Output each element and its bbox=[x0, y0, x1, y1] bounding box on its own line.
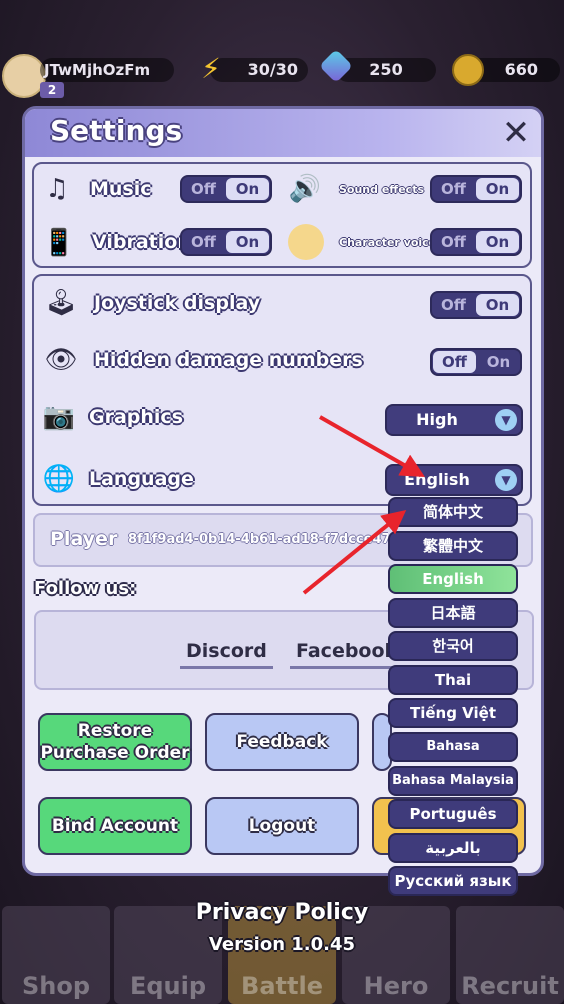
graphics-label: Graphics bbox=[89, 406, 183, 428]
follow-us-label: Follow us: bbox=[34, 578, 137, 599]
close-icon[interactable]: ✕ bbox=[500, 116, 532, 150]
globe-icon: 🌐 bbox=[42, 464, 76, 494]
facebook-link[interactable]: Facebook bbox=[290, 640, 404, 669]
vibration-label: Vibration bbox=[92, 231, 191, 253]
camera-icon: 📷 bbox=[42, 402, 76, 432]
player-level-badge: 2 bbox=[40, 82, 64, 98]
player-name: JTwMjhOzFm bbox=[40, 58, 174, 82]
toggle-off: Off bbox=[433, 351, 476, 373]
joystick-icon: 🕹 bbox=[44, 288, 78, 318]
toggle-on: On bbox=[486, 353, 511, 371]
character-voice-label: Character voice bbox=[339, 236, 437, 249]
player-label: Player bbox=[50, 528, 118, 550]
toggle-off: Off bbox=[191, 233, 216, 251]
toggle-on: On bbox=[476, 178, 519, 200]
bind-account-button[interactable]: Bind Account bbox=[38, 797, 192, 855]
language-label: Language bbox=[89, 468, 194, 490]
discord-link[interactable]: Discord bbox=[180, 640, 273, 669]
vibration-toggle[interactable]: Off On bbox=[180, 228, 272, 256]
music-note-icon: ♫ bbox=[45, 174, 69, 204]
toggle-on: On bbox=[476, 294, 519, 316]
joystick-toggle[interactable]: Off On bbox=[430, 291, 522, 319]
joystick-label: Joystick display bbox=[94, 292, 261, 314]
toggle-off: Off bbox=[191, 180, 216, 198]
lightning-icon: ⚡ bbox=[201, 52, 221, 85]
toggle-on: On bbox=[476, 231, 519, 253]
hidden-damage-label: Hidden damage numbers bbox=[94, 349, 363, 371]
language-option-portuguese[interactable]: Português bbox=[388, 799, 518, 829]
music-toggle[interactable]: Off On bbox=[180, 175, 272, 203]
music-label: Music bbox=[90, 178, 152, 200]
language-option-arabic[interactable]: بالعربية bbox=[388, 833, 518, 863]
toggle-off: Off bbox=[441, 233, 466, 251]
toggle-off: Off bbox=[441, 296, 466, 314]
sound-effects-label: Sound effects bbox=[339, 183, 425, 196]
toggle-on: On bbox=[226, 178, 269, 200]
gem-counter: 250 bbox=[336, 58, 436, 82]
character-portrait-icon bbox=[288, 224, 324, 260]
logout-button[interactable]: Logout bbox=[205, 797, 359, 855]
nav-shop-label: Shop bbox=[21, 972, 91, 1000]
language-option-vietnamese[interactable]: Tiếng Việt bbox=[388, 698, 518, 728]
coin-icon[interactable] bbox=[452, 54, 484, 86]
language-option-malay[interactable]: Bahasa Malaysia bbox=[388, 766, 518, 796]
sound-effects-toggle[interactable]: Off On bbox=[430, 175, 522, 203]
language-option-korean[interactable]: 한국어 bbox=[388, 631, 518, 661]
chevron-down-icon: ▼ bbox=[495, 409, 517, 431]
language-option-indonesian[interactable]: Bahasa Indonesia bbox=[388, 732, 518, 780]
arrow-to-language-dropdown bbox=[319, 415, 425, 477]
settings-title: Settings bbox=[50, 114, 183, 147]
character-voice-toggle[interactable]: Off On bbox=[430, 228, 522, 256]
nav-battle-label: Battle bbox=[241, 972, 323, 1000]
eye-icon: 👁 bbox=[44, 345, 78, 375]
version-label: Version 1.0.45 bbox=[208, 934, 356, 955]
feedback-button[interactable]: Feedback bbox=[205, 713, 359, 771]
restore-purchase-button[interactable]: Restore Purchase Order bbox=[38, 713, 192, 771]
toggle-off: Off bbox=[441, 180, 466, 198]
speaker-icon: 🔊 bbox=[288, 174, 322, 204]
hidden-damage-toggle[interactable]: Off On bbox=[430, 348, 522, 376]
language-option-thai[interactable]: Thai bbox=[388, 665, 518, 695]
privacy-policy-link[interactable]: Privacy Policy bbox=[0, 900, 564, 925]
nav-hero-label: Hero bbox=[363, 972, 429, 1000]
toggle-on: On bbox=[226, 231, 269, 253]
vibration-phone-icon: 📱 bbox=[42, 228, 76, 258]
language-option-russian[interactable]: Русский язык bbox=[388, 866, 518, 896]
chevron-down-icon: ▼ bbox=[495, 469, 517, 491]
nav-recruit-label: Recruit bbox=[461, 972, 559, 1000]
arrow-to-language-list bbox=[302, 509, 407, 595]
annotation-arrows bbox=[302, 415, 425, 595]
nav-equip-label: Equip bbox=[129, 972, 207, 1000]
